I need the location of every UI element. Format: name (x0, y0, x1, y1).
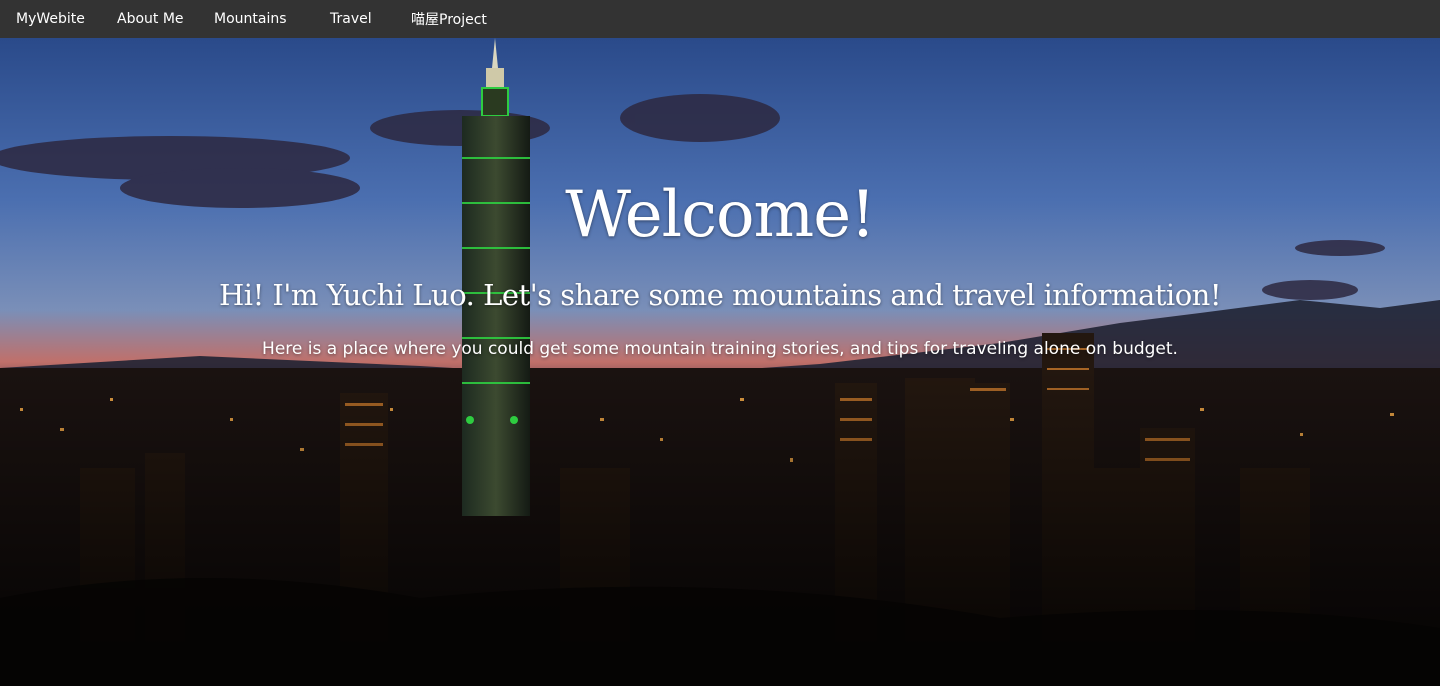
nav-brand-link[interactable]: MyWebite (16, 0, 85, 38)
nav-item-project[interactable]: 喵屋Project (411, 0, 487, 38)
hero-section: Welcome! Hi! I'm Yuchi Luo. Let's share … (0, 38, 1440, 686)
nav-item-travel[interactable]: Travel (330, 0, 372, 38)
nav-item-about-me[interactable]: About Me (117, 0, 184, 38)
hero-title: Welcome! (565, 178, 876, 252)
hero-background-image (0, 38, 1440, 686)
hero-description: Here is a place where you could get some… (262, 339, 1178, 359)
top-navbar: MyWebite About Me Mountains Travel 喵屋Pro… (0, 0, 1440, 39)
nav-item-mountains[interactable]: Mountains (214, 0, 287, 38)
hero-subtitle: Hi! I'm Yuchi Luo. Let's share some moun… (219, 278, 1222, 312)
